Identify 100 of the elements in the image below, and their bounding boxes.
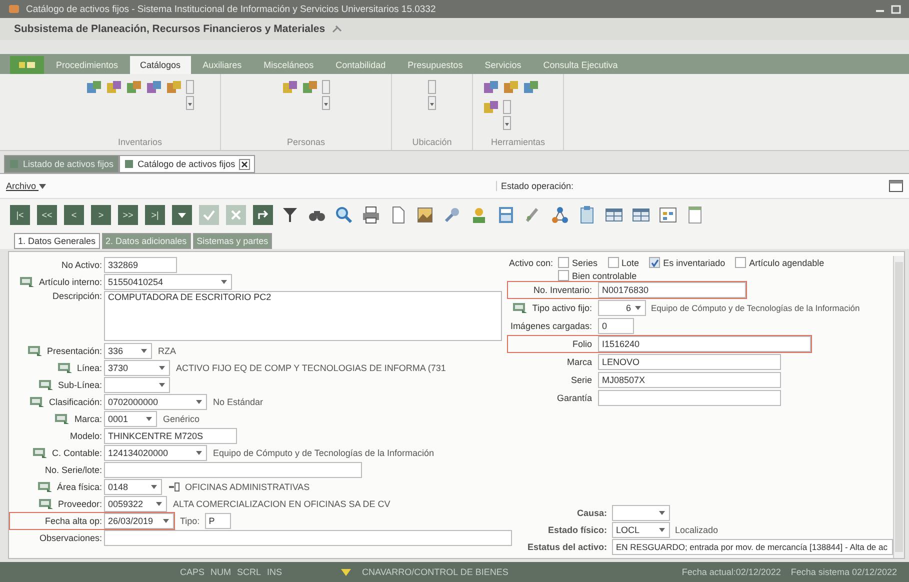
input-field[interactable]: 332869 [104, 256, 177, 272]
field-label: Folio [572, 339, 592, 349]
input-field[interactable]: 0148 [104, 478, 162, 494]
input-field[interactable]: 336 [104, 342, 152, 358]
input-field[interactable]: 0001 [104, 410, 157, 426]
lookup-icon[interactable] [18, 276, 35, 288]
scroll-arrows-icon[interactable] [503, 100, 511, 130]
ribbon-tab[interactable]: Catálogos [130, 56, 191, 74]
lookup-icon[interactable] [36, 480, 53, 492]
lookup-icon[interactable] [56, 362, 73, 374]
navigation-button[interactable]: < [64, 205, 84, 225]
ribbon-tool-icon[interactable] [86, 80, 102, 96]
ribbon-tool-icon[interactable] [126, 80, 142, 96]
close-icon[interactable] [239, 158, 250, 170]
lookup-icon[interactable] [512, 302, 528, 314]
lookup-icon[interactable] [38, 378, 54, 390]
checkbox[interactable] [558, 270, 570, 281]
input-field[interactable]: 51550410254 [104, 274, 232, 290]
lookup-icon[interactable] [54, 412, 70, 424]
dropdown-icon[interactable] [658, 526, 666, 532]
ribbon-tool-icon[interactable] [483, 100, 499, 116]
input-field[interactable]: 3730 [104, 360, 170, 376]
file-menu[interactable]: Archivo [6, 181, 496, 191]
pin-icon[interactable] [331, 24, 344, 34]
scrollbar[interactable] [893, 256, 904, 558]
checkbox[interactable] [649, 257, 660, 268]
dropdown-button[interactable] [172, 205, 192, 225]
navigation-button[interactable]: << [37, 205, 57, 225]
navigation-button[interactable]: > [91, 205, 111, 225]
checkbox[interactable] [735, 257, 746, 268]
field-label: Estado físico: [546, 524, 607, 534]
dropdown-icon[interactable] [195, 450, 203, 456]
navigation-button[interactable]: |< [10, 205, 30, 225]
printer-icon[interactable] [361, 205, 381, 225]
input-field[interactable]: COMPUTADORA DE ESCRITORIO PC2 [104, 291, 502, 341]
field-label: No Activo: [61, 260, 102, 270]
dropdown-icon[interactable] [145, 416, 153, 422]
dropdown-icon[interactable] [158, 364, 166, 370]
caret-icon[interactable] [38, 184, 46, 189]
ribbon-tool-icon[interactable] [166, 80, 182, 96]
lookup-icon[interactable] [38, 498, 54, 510]
input-field[interactable]: 124134020000 [104, 444, 207, 460]
input-field[interactable]: 26/03/2019 [104, 512, 174, 528]
search-icon[interactable] [334, 205, 354, 225]
redo-button[interactable] [253, 205, 273, 225]
input-field[interactable]: THINKCENTRE M720S [104, 428, 237, 444]
document-tab[interactable]: Catálogo de activos fijos [118, 155, 256, 173]
form-tab[interactable]: 1. Datos Generales [14, 233, 100, 249]
navigation-button[interactable]: >> [118, 205, 138, 225]
network-icon[interactable] [550, 205, 570, 225]
input-field[interactable] [104, 462, 362, 478]
lookup-icon[interactable] [32, 446, 48, 458]
input-field[interactable]: LOCL [612, 522, 670, 538]
input-field[interactable]: P [204, 512, 231, 528]
checkbox[interactable] [558, 257, 570, 268]
dropdown-icon[interactable] [195, 398, 203, 404]
input-field[interactable] [598, 390, 781, 406]
ribbon-tool-icon[interactable] [483, 80, 499, 96]
dropdown-icon[interactable] [162, 518, 170, 524]
dropdown-icon[interactable] [158, 382, 166, 388]
lookup-icon[interactable] [28, 396, 45, 408]
calendar-icon[interactable] [658, 205, 678, 225]
image-icon[interactable] [415, 205, 435, 225]
ribbon-tool-icon[interactable] [523, 80, 539, 96]
dropdown-icon[interactable] [140, 348, 148, 354]
input-field[interactable]: MJ08507X [598, 372, 781, 388]
field-label: Activo con: [509, 257, 554, 270]
input-field[interactable]: 0 [598, 318, 634, 334]
dropdown-icon[interactable] [150, 484, 158, 490]
input-field[interactable] [612, 504, 670, 520]
ribbon-tool-icon[interactable] [503, 80, 519, 96]
input-field[interactable]: 0059322 [104, 496, 167, 512]
document-icon [124, 159, 134, 169]
input-field[interactable]: 0702000000 [104, 394, 207, 410]
dropdown-icon[interactable] [658, 510, 666, 516]
input-field[interactable]: 6 [598, 300, 646, 316]
input-field[interactable]: LENOVO [598, 354, 781, 370]
app-menu-button[interactable] [10, 56, 44, 74]
window-icon[interactable] [889, 180, 903, 192]
ribbon-tool-icon[interactable] [106, 80, 122, 96]
checkbox[interactable] [608, 257, 619, 268]
ribbon-tool-icon[interactable] [146, 80, 162, 96]
input-field[interactable] [104, 530, 512, 546]
input-field[interactable]: EN RESGUARDO; entrada por mov. de mercancía [138844] - Alta de ac [612, 538, 893, 554]
dropdown-icon[interactable] [155, 500, 163, 506]
ribbon-tool-icon[interactable] [302, 80, 318, 96]
ribbon-tool-icon[interactable] [282, 80, 298, 96]
navigation-button[interactable]: >| [145, 205, 165, 225]
scroll-arrows-icon[interactable] [186, 80, 194, 110]
scroll-arrows-icon[interactable] [322, 80, 330, 110]
lookup-icon[interactable] [26, 344, 43, 356]
dropdown-icon[interactable] [220, 278, 228, 284]
input-field[interactable]: I1516240 [598, 336, 811, 352]
locator-icon[interactable] [168, 480, 180, 492]
maximize-icon[interactable] [891, 4, 901, 14]
filter-icon[interactable] [280, 205, 300, 225]
input-field[interactable] [104, 376, 170, 392]
scroll-arrows-icon[interactable] [428, 80, 436, 110]
dropdown-icon[interactable] [634, 305, 642, 311]
input-field[interactable]: N00176830 [598, 282, 746, 298]
